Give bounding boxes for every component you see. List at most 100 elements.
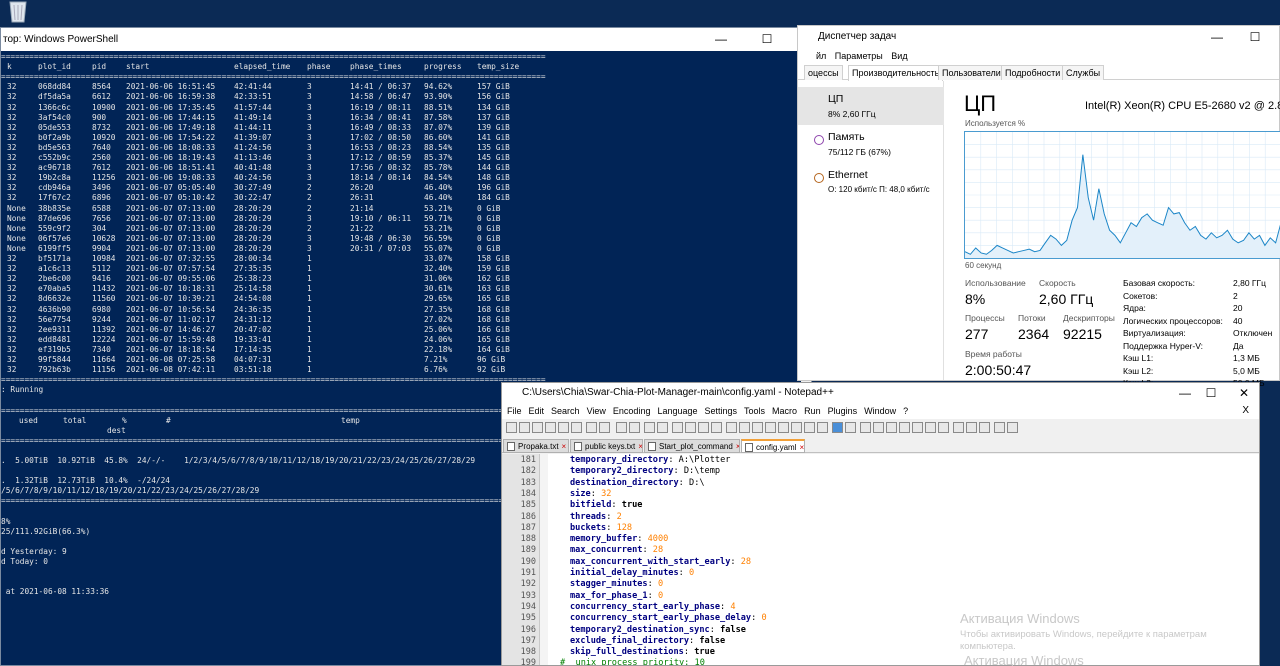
tab-config-yaml[interactable]: config.yaml × xyxy=(741,439,805,453)
toolbar-button-icon[interactable] xyxy=(644,422,655,433)
menu-item[interactable]: ? xyxy=(903,406,908,416)
toolbar-button-icon[interactable] xyxy=(886,422,897,433)
toolbar-button-icon[interactable] xyxy=(804,422,815,433)
toolbar-button-icon[interactable] xyxy=(966,422,977,433)
resource-memory[interactable]: Память 75/112 ГБ (67%) xyxy=(798,125,944,163)
code-line[interactable]: max_concurrent: 28 xyxy=(570,545,663,555)
toolbar-button-icon[interactable] xyxy=(711,422,722,433)
menu-item[interactable]: Plugins xyxy=(828,406,858,416)
toolbar-button-icon[interactable] xyxy=(938,422,949,433)
code-line[interactable]: stagger_minutes: 0 xyxy=(570,579,663,589)
toolbar-button-icon[interactable] xyxy=(558,422,569,433)
toolbar-button-icon[interactable] xyxy=(778,422,789,433)
tab-details[interactable]: Подробности xyxy=(1001,65,1065,80)
toolbar-button-icon[interactable] xyxy=(672,422,683,433)
menu-item[interactable]: Search xyxy=(551,406,580,416)
code-line[interactable]: memory_buffer: 4000 xyxy=(570,534,668,544)
np-close-button[interactable]: ✕ xyxy=(1221,383,1267,403)
menu-item[interactable]: Macro xyxy=(772,406,797,416)
toolbar-button-icon[interactable] xyxy=(860,422,871,433)
menu-item[interactable]: File xyxy=(507,406,522,416)
proc-stat-label: Процессы xyxy=(965,313,1005,323)
toolbar-button-icon[interactable] xyxy=(899,422,910,433)
menu-item[interactable]: Window xyxy=(864,406,896,416)
toolbar-button-icon[interactable] xyxy=(571,422,582,433)
toolbar-button-icon[interactable] xyxy=(791,422,802,433)
code-line[interactable]: max_concurrent_with_start_early: 28 xyxy=(570,557,751,567)
tab-services[interactable]: Службы xyxy=(1062,65,1105,80)
toolbar-button-icon[interactable] xyxy=(765,422,776,433)
tab-close-icon[interactable]: × xyxy=(562,442,567,451)
toolbar-button-icon[interactable] xyxy=(698,422,709,433)
tab-processes[interactable]: оцессы xyxy=(804,65,843,80)
code-line[interactable]: skip_full_destinations: true xyxy=(570,647,715,657)
code-line[interactable]: temporary2_destination_sync: false xyxy=(570,625,746,635)
toolbar-button-icon[interactable] xyxy=(586,422,597,433)
menu-options[interactable]: Параметры xyxy=(835,51,883,61)
code-line[interactable]: buckets: 128 xyxy=(570,523,632,533)
code-line[interactable]: size: 32 xyxy=(570,489,611,499)
code-line[interactable]: exclude_final_directory: false xyxy=(570,636,725,646)
toolbar-button-icon[interactable] xyxy=(506,422,517,433)
powershell-titlebar[interactable]: тор: Windows PowerShell xyxy=(1,28,811,51)
code-line[interactable]: temporary2_directory: D:\temp xyxy=(570,466,720,476)
toolbar-button-icon[interactable] xyxy=(629,422,640,433)
code-line[interactable]: threads: 2 xyxy=(570,512,622,522)
menu-item[interactable]: Encoding xyxy=(613,406,651,416)
menu-item[interactable]: Run xyxy=(804,406,821,416)
toolbar-button-icon[interactable] xyxy=(739,422,750,433)
toolbar-button-icon[interactable] xyxy=(532,422,543,433)
code-line[interactable]: concurrency_start_early_phase_delay: 0 xyxy=(570,613,767,623)
tab-public-keys[interactable]: public keys.txt × xyxy=(570,439,643,453)
code-line[interactable]: concurrency_start_early_phase: 4 xyxy=(570,602,736,612)
toolbar-button-icon[interactable] xyxy=(599,422,610,433)
notepadpp-titlebar[interactable]: C:\Users\Chia\Swar-Chia-Plot-Manager-mai… xyxy=(502,383,1259,403)
code-line[interactable]: max_for_phase_1: 0 xyxy=(570,591,663,601)
toolbar-button-icon[interactable] xyxy=(752,422,763,433)
tab-close-icon[interactable]: × xyxy=(736,442,739,451)
toolbar-button-icon[interactable] xyxy=(873,422,884,433)
toolbar-button-icon[interactable] xyxy=(925,422,936,433)
toolbar-button-icon[interactable] xyxy=(657,422,668,433)
minimize-button[interactable]: — xyxy=(698,28,744,51)
tab-propaka[interactable]: Ргораka.txt × xyxy=(503,439,569,453)
toolbar-button-icon[interactable] xyxy=(519,422,530,433)
toolbar-button-icon[interactable] xyxy=(817,422,828,433)
code-line[interactable]: # unix_process_priority: 10 xyxy=(560,658,705,665)
toolbar-button-icon[interactable] xyxy=(726,422,737,433)
menu-item[interactable]: Edit xyxy=(529,406,545,416)
toolbar-button-icon[interactable] xyxy=(953,422,964,433)
tm-maximize-button[interactable]: ☐ xyxy=(1232,26,1278,48)
toolbar-button-icon[interactable] xyxy=(1007,422,1018,433)
recycle-bin-icon[interactable] xyxy=(4,0,32,24)
close-document-button[interactable]: X xyxy=(1242,403,1249,419)
menu-item[interactable]: Tools xyxy=(744,406,765,416)
toolbar-button-icon[interactable] xyxy=(616,422,627,433)
task-manager-window[interactable]: Диспетчер задач — ☐ йл Параметры Вид оце… xyxy=(797,25,1280,388)
notepadpp-window[interactable]: C:\Users\Chia\Swar-Chia-Plot-Manager-mai… xyxy=(501,382,1260,666)
toolbar-button-icon[interactable] xyxy=(994,422,1005,433)
menu-item[interactable]: View xyxy=(587,406,606,416)
tab-close-icon[interactable]: × xyxy=(799,443,804,452)
code-line[interactable]: bitfield: true xyxy=(570,500,642,510)
tab-start-plot-command[interactable]: Start_plot_command× xyxy=(644,439,740,453)
toolbar-button-icon[interactable] xyxy=(845,422,856,433)
toolbar-button-icon[interactable] xyxy=(979,422,990,433)
code-line[interactable]: initial_delay_minutes: 0 xyxy=(570,568,694,578)
code-line[interactable]: destination_directory: D:\ xyxy=(570,478,705,488)
toolbar-button-icon[interactable] xyxy=(832,422,843,433)
menu-item[interactable]: Settings xyxy=(705,406,738,416)
code-line[interactable]: temporary_directory: A:\Plotter xyxy=(570,455,730,465)
tab-performance[interactable]: Производительность xyxy=(848,65,944,81)
toolbar-button-icon[interactable] xyxy=(685,422,696,433)
resource-ethernet[interactable]: Ethernet О: 120 кбит/с П: 48,0 кбит/с xyxy=(798,163,944,201)
spec-label: Базовая скорость: xyxy=(1123,278,1196,288)
menu-view[interactable]: Вид xyxy=(891,51,907,61)
menu-file[interactable]: йл xyxy=(816,51,826,61)
menu-item[interactable]: Language xyxy=(657,406,697,416)
tab-close-icon[interactable]: × xyxy=(638,442,642,451)
toolbar-button-icon[interactable] xyxy=(912,422,923,433)
resource-cpu[interactable]: ЦП 8% 2,60 ГГц xyxy=(798,87,944,125)
toolbar-button-icon[interactable] xyxy=(545,422,556,433)
tab-users[interactable]: Пользователи xyxy=(938,65,1005,80)
